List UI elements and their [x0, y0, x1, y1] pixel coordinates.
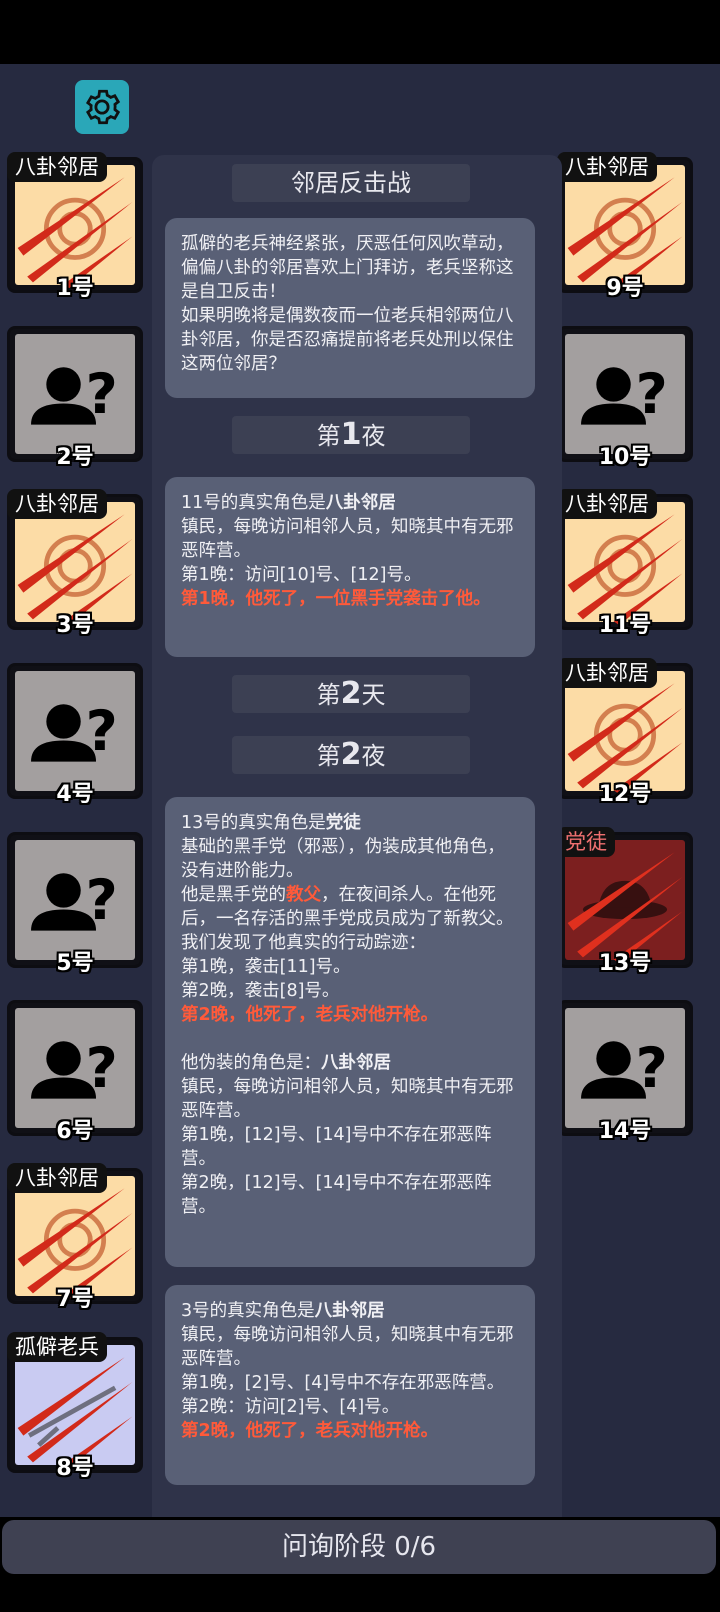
reveal-card-player-13: 13号的真实角色是党徒 基础的黑手党（邪恶），伪装成其他角色，没有进阶能力。 他… — [165, 797, 535, 1267]
player-number: 4号 — [56, 782, 94, 807]
player-number: 3号 — [56, 613, 94, 638]
player-role-tag: 八卦邻居 — [557, 658, 657, 688]
svg-text:?: ? — [86, 700, 118, 764]
player-number: 8号 — [56, 1456, 94, 1481]
svg-text:?: ? — [636, 1037, 668, 1101]
intro-message: 孤僻的老兵神经紧张，厌恶任何风吹草动，偏偏八卦的邻居喜欢上门拜访，老兵坚称这是自… — [165, 218, 535, 398]
player-number: 7号 — [56, 1287, 94, 1312]
death-notice: 第2晚，他死了，老兵对他开枪。 — [181, 1005, 439, 1025]
player-card-6[interactable]: ? 6号 — [7, 1000, 143, 1144]
player-number: 13号 — [598, 951, 652, 976]
reveal-card-player-11: 11号的真实角色是八卦邻居 镇民，每晚访问相邻人员，知晓其中有无邪恶阵营。 第1… — [165, 477, 535, 657]
log-title: 邻居反击战 — [232, 164, 470, 202]
player-number: 10号 — [598, 445, 652, 470]
player-card-5[interactable]: ? 5号 — [7, 832, 143, 976]
settings-button[interactable] — [75, 80, 129, 134]
player-role-tag: 党徒 — [557, 827, 615, 857]
player-role-tag: 八卦邻居 — [7, 1163, 107, 1193]
player-number: 14号 — [598, 1119, 652, 1144]
svg-text:?: ? — [86, 363, 118, 427]
reveal-card-player-3: 3号的真实角色是八卦邻居 镇民，每晚访问相邻人员，知晓其中有无邪恶阵营。 第1晚… — [165, 1285, 535, 1485]
status-bar — [0, 0, 720, 64]
player-card-8[interactable]: 孤僻老兵 8号 — [7, 1332, 143, 1481]
svg-text:?: ? — [86, 869, 118, 933]
player-number: 6号 — [56, 1119, 94, 1144]
player-card-4[interactable]: ? 4号 — [7, 663, 143, 807]
player-role-tag: 八卦邻居 — [7, 152, 107, 182]
day-2-header: 第2天 — [232, 675, 470, 713]
player-card-13[interactable]: 党徒 13号 — [557, 827, 693, 976]
player-role-tag: 八卦邻居 — [7, 489, 107, 519]
death-notice: 第2晚，他死了，老兵对他开枪。 — [181, 1421, 439, 1441]
player-card-10[interactable]: ? 10号 — [557, 326, 693, 470]
player-card-11[interactable]: 八卦邻居 11号 — [557, 489, 693, 638]
player-card-7[interactable]: 八卦邻居 7号 — [7, 1163, 143, 1312]
phase-button[interactable]: 问询阶段 0/6 — [2, 1520, 716, 1574]
player-number: 5号 — [56, 951, 94, 976]
player-role-tag: 八卦邻居 — [557, 489, 657, 519]
player-role-tag: 八卦邻居 — [557, 152, 657, 182]
death-notice: 第1晚，他死了，一位黑手党袭击了他。 — [181, 589, 491, 609]
svg-text:?: ? — [636, 363, 668, 427]
player-card-14[interactable]: ? 14号 — [557, 1000, 693, 1144]
player-number: 9号 — [606, 276, 644, 301]
gear-icon — [85, 89, 121, 125]
night-1-header: 第1夜 — [232, 416, 470, 454]
night-2-header: 第2夜 — [232, 736, 470, 774]
player-card-2[interactable]: ? 2号 — [7, 326, 143, 470]
player-number: 2号 — [56, 445, 94, 470]
player-card-1[interactable]: 八卦邻居 1号 — [7, 152, 143, 301]
player-card-9[interactable]: 八卦邻居 9号 — [557, 152, 693, 301]
svg-text:?: ? — [86, 1037, 118, 1101]
player-number: 11号 — [598, 613, 652, 638]
player-card-12[interactable]: 八卦邻居 12号 — [557, 658, 693, 807]
player-number: 1号 — [56, 276, 94, 301]
player-card-3[interactable]: 八卦邻居 3号 — [7, 489, 143, 638]
player-number: 12号 — [598, 782, 652, 807]
player-role-tag: 孤僻老兵 — [7, 1332, 107, 1362]
